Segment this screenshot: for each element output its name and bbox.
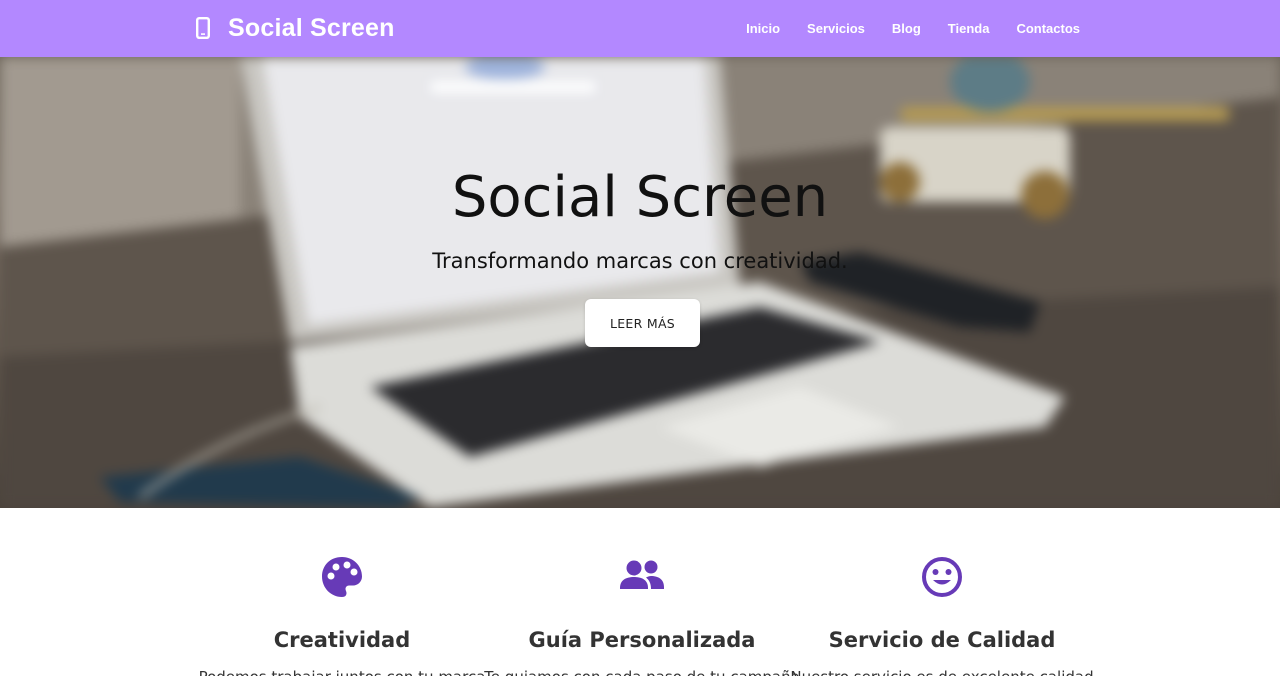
hero-content: Social Screen Transformando marcas con c… (0, 57, 1280, 508)
brand-link[interactable]: Social Screen (196, 12, 395, 44)
nav-link-servicios[interactable]: Servicios (807, 21, 865, 36)
hero-section: Social Screen Transformando marcas con c… (0, 57, 1280, 508)
feature-text: Te guiamos con cada paso de tu campaña (482, 668, 802, 676)
feature-title: Guía Personalizada (528, 628, 756, 652)
read-more-button[interactable]: LEER MÁS (585, 299, 700, 347)
feature-text: Podemos trabajar juntos con tu marca (182, 668, 502, 676)
smile-icon (922, 557, 962, 597)
mobile-phone-icon (196, 17, 210, 39)
nav-link-blog[interactable]: Blog (892, 21, 921, 36)
navbar: Social Screen Inicio Servicios Blog Tien… (0, 0, 1280, 57)
feature-title: Servicio de Calidad (828, 628, 1056, 652)
feature-text: Nuestro servicio es de excelente calidad (782, 668, 1102, 676)
users-icon (620, 560, 664, 589)
features-section: Creatividad Podemos trabajar juntos con … (0, 508, 1280, 676)
nav-menu: Inicio Servicios Blog Tienda Contactos (746, 0, 1080, 57)
nav-link-inicio[interactable]: Inicio (746, 21, 780, 36)
nav-link-tienda[interactable]: Tienda (948, 21, 990, 36)
palette-icon (322, 557, 362, 597)
brand-name: Social Screen (228, 13, 395, 42)
nav-link-contactos[interactable]: Contactos (1016, 21, 1080, 36)
hero-subtitle: Transformando marcas con creatividad. (432, 249, 848, 273)
feature-title: Creatividad (273, 628, 411, 652)
hero-title: Social Screen (451, 165, 829, 230)
